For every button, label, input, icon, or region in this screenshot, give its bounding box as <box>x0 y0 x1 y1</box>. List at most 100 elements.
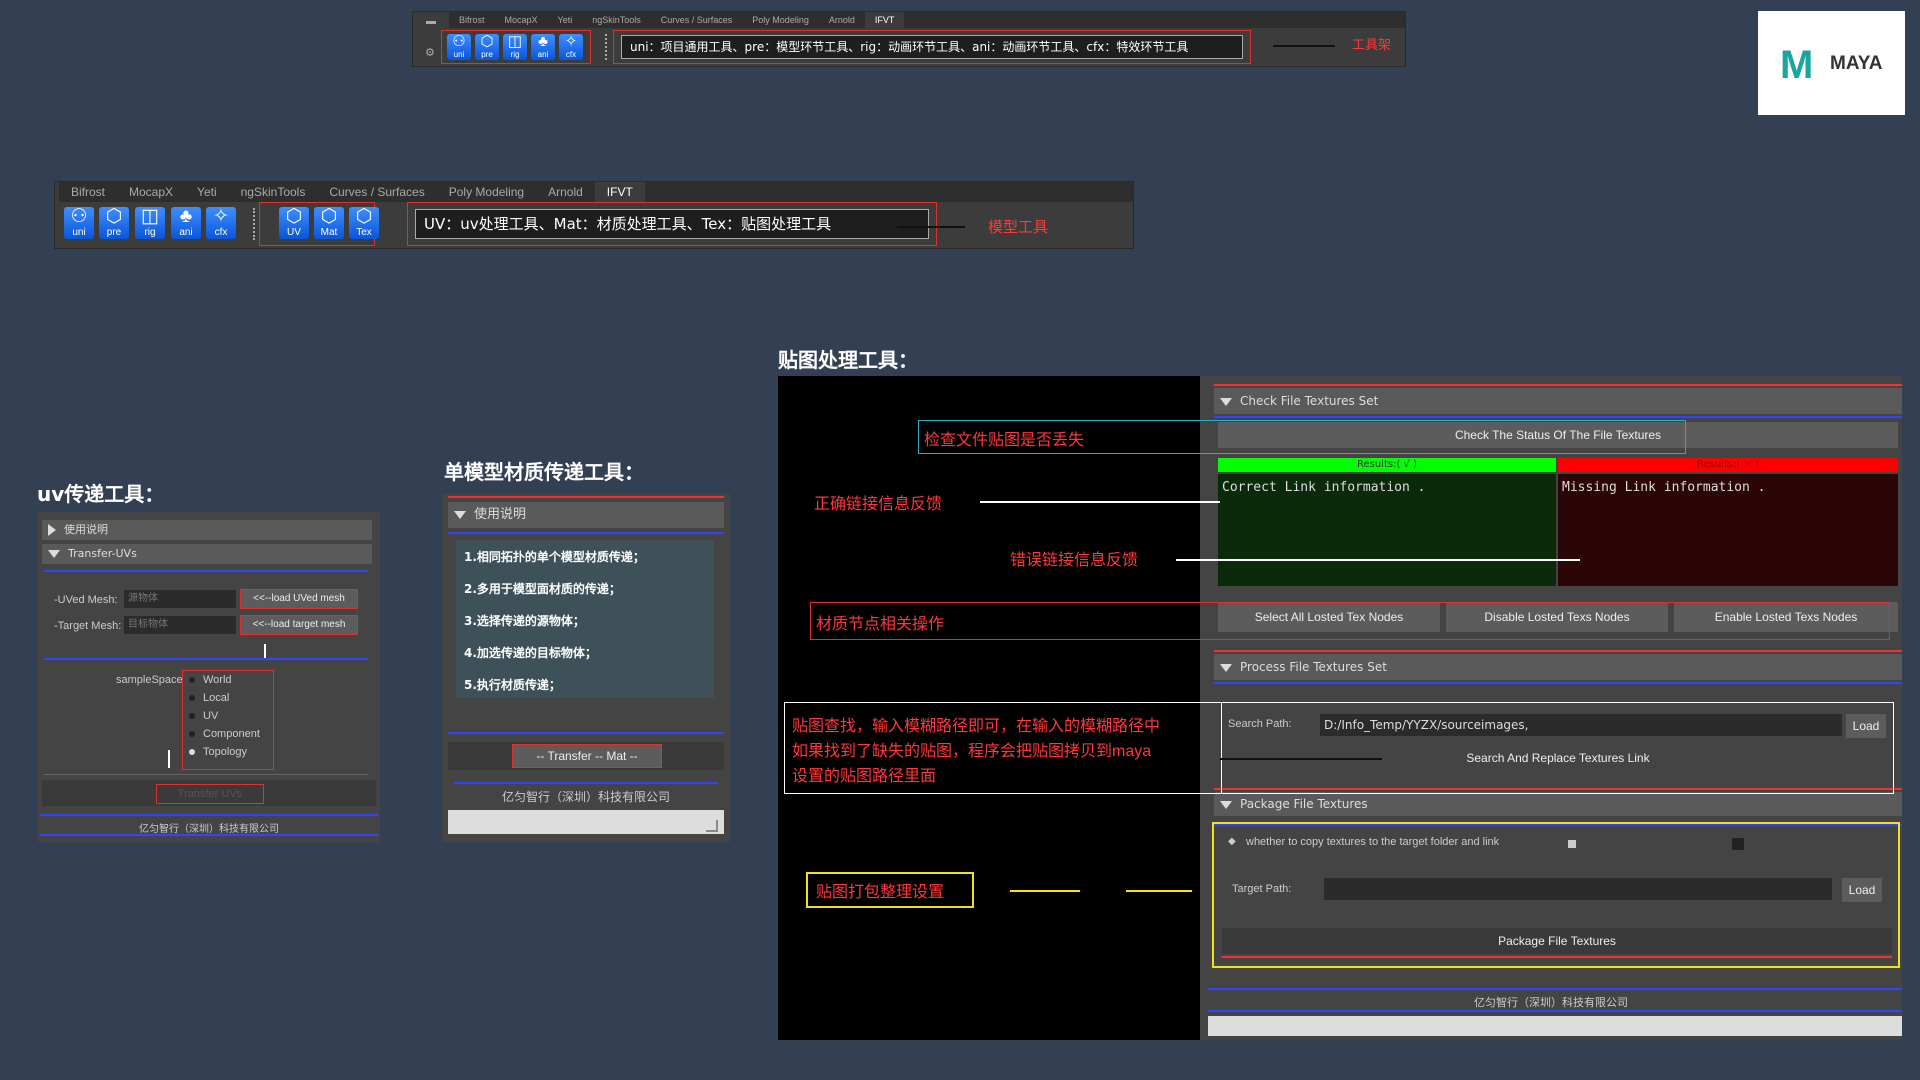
help-step: 5.执行材质传递； <box>464 678 561 692</box>
shelf-model-tab[interactable]: Bifrost <box>59 182 117 202</box>
mat-help-section[interactable]: 使用说明 <box>448 502 724 528</box>
shelf-top-tab[interactable]: ngSkinTools <box>582 12 651 28</box>
uv-tool-heading: uv传递工具： <box>37 482 165 506</box>
load-uved-mesh-button[interactable]: <<--load UVed mesh <box>240 589 358 609</box>
arrow-right <box>1176 559 1580 561</box>
arrow-left <box>897 226 965 228</box>
radio-icon <box>189 713 195 719</box>
separator-line <box>44 570 368 572</box>
note-model: 模型工具 <box>988 219 1049 236</box>
ani-icon[interactable]: ♣ ani <box>531 34 555 60</box>
mat-icon[interactable]: ⬡ Mat <box>314 207 344 239</box>
uv-transfer-section[interactable]: Transfer-UVs <box>42 544 372 564</box>
note-package: 贴图打包整理设置 <box>816 884 945 901</box>
shelf-top-tab[interactable]: Bifrost <box>449 12 495 28</box>
uved-mesh-field[interactable]: 源物体 <box>124 590 236 608</box>
shelf-top-desc: uni：项目通用工具、pre：模型环节工具、rig：动画环节工具、ani：动画环… <box>621 35 1243 59</box>
shelf-model-tab[interactable]: MocapX <box>117 182 185 202</box>
rig-icon[interactable]: ◫ rig <box>503 34 527 60</box>
shelf-top-tab[interactable]: MocapX <box>495 12 548 28</box>
tex-icon[interactable]: ⬡ Tex <box>349 207 379 239</box>
separator-line <box>448 732 724 734</box>
shelf-top-tab[interactable]: Arnold <box>819 12 865 28</box>
shelf-menu-icon[interactable] <box>426 21 436 24</box>
mat-tool-panel: 使用说明 1.相同拓扑的单个模型材质传递； 2.多用于模型面材质的传递； 3.选… <box>442 494 730 842</box>
shelf-top: Bifrost MocapX Yeti ngSkinTools Curves /… <box>412 11 1406 67</box>
note-check: 检查文件贴图是否丢失 <box>924 432 1085 449</box>
radio-component[interactable]: Component <box>189 725 273 743</box>
sample-space-group: World Local UV Component Topology <box>182 670 274 770</box>
resize-grip-icon[interactable] <box>706 820 718 832</box>
note-error: 错误链接信息反馈 <box>1010 552 1139 569</box>
separator-line <box>1214 416 1902 418</box>
shelf-top-tab[interactable]: Poly Modeling <box>742 12 819 28</box>
target-mesh-field[interactable]: 目标物体 <box>124 616 236 634</box>
separator-line <box>448 496 724 498</box>
ani-icon[interactable]: ♣ ani <box>171 207 201 239</box>
expanded-arrow-icon <box>1220 397 1232 406</box>
company-footer: 亿匀智行（深圳）科技有限公司 <box>501 790 670 804</box>
rig-icon[interactable]: ◫ rig <box>135 207 165 239</box>
mat-status-bar <box>448 810 724 834</box>
uv-tool-panel: 使用说明 Transfer-UVs -UVed Mesh: 源物体 <<--lo… <box>38 512 380 842</box>
uni-icon[interactable]: ⚇ uni <box>64 207 94 239</box>
arrow-left <box>1010 890 1080 892</box>
radio-icon <box>189 695 195 701</box>
transfer-mat-button[interactable]: -- Transfer -- Mat -- <box>512 744 662 768</box>
radio-topology[interactable]: Topology <box>189 743 273 761</box>
separator-line <box>1208 1010 1902 1012</box>
uv-icon[interactable]: ⬡ UV <box>279 207 309 239</box>
separator-line <box>454 782 718 784</box>
transfer-uvs-button[interactable]: Transfer UVs <box>156 784 264 804</box>
shelf-model-tab[interactable]: Arnold <box>536 182 595 202</box>
pre-icon[interactable]: ⬡ pre <box>99 207 129 239</box>
help-step: 4.加选传递的目标物体； <box>464 646 597 660</box>
uni-icon[interactable]: ⚇ uni <box>447 34 471 60</box>
separator-line <box>44 658 368 660</box>
shelf-model-tab-active[interactable]: IFVT <box>594 182 645 202</box>
pre-icon[interactable]: ⬡ pre <box>475 34 499 60</box>
note-shelf: 工具架 <box>1352 37 1392 52</box>
arrow-right <box>980 501 1220 503</box>
results-ok-bar: Results:( √ ) <box>1218 458 1556 472</box>
help-step: 2.多用于模型面材质的传递； <box>464 582 621 596</box>
shelf-top-tab[interactable]: Yeti <box>548 12 583 28</box>
expanded-arrow-icon <box>454 510 466 519</box>
expanded-arrow-icon <box>1220 663 1232 672</box>
shelf-top-tab[interactable]: Curves / Surfaces <box>651 12 743 28</box>
uv-help-section[interactable]: 使用说明 <box>42 520 372 540</box>
radio-local[interactable]: Local <box>189 689 273 707</box>
shelf-model-tab[interactable]: Curves / Surfaces <box>317 182 436 202</box>
separator-line <box>1214 682 1902 684</box>
target-mesh-label: -Target Mesh: <box>54 620 122 632</box>
shelf-model-tab[interactable]: ngSkinTools <box>229 182 318 202</box>
shelf-top-tab-active[interactable]: IFVT <box>864 12 905 28</box>
company-footer: 亿匀智行（深圳）科技有限公司 <box>1474 997 1628 1009</box>
separator-line <box>1214 650 1902 652</box>
load-target-mesh-button[interactable]: <<--load target mesh <box>240 615 358 635</box>
note-correct: 正确链接信息反馈 <box>814 496 943 513</box>
shelf-gear-icon[interactable]: ⚙ <box>425 46 435 59</box>
shelf-model-tab[interactable]: Yeti <box>185 182 229 202</box>
separator-line <box>40 834 378 836</box>
separator-line <box>40 814 378 816</box>
separator-line <box>44 774 368 775</box>
separator-line <box>448 532 724 534</box>
arrow-left <box>1273 45 1335 47</box>
radio-selected-icon <box>189 749 195 755</box>
package-section[interactable]: Package File Textures <box>1214 792 1902 816</box>
shelf-divider <box>253 208 255 240</box>
cfx-icon[interactable]: ✧ cfx <box>206 207 236 239</box>
radio-uv[interactable]: UV <box>189 707 273 725</box>
radio-world[interactable]: World <box>189 671 273 689</box>
package-highlight-box <box>1212 822 1900 968</box>
arrow-down <box>168 750 170 768</box>
shelf-model-tab[interactable]: Poly Modeling <box>437 182 536 202</box>
check-section[interactable]: Check File Textures Set <box>1214 388 1902 414</box>
correct-link-output: Correct Link information . <box>1218 474 1556 586</box>
cfx-icon[interactable]: ✧ cfx <box>559 34 583 60</box>
separator-line <box>1208 988 1902 990</box>
process-section[interactable]: Process File Textures Set <box>1214 654 1902 680</box>
shelf-divider <box>605 34 607 60</box>
arrow-right <box>1220 758 1382 760</box>
